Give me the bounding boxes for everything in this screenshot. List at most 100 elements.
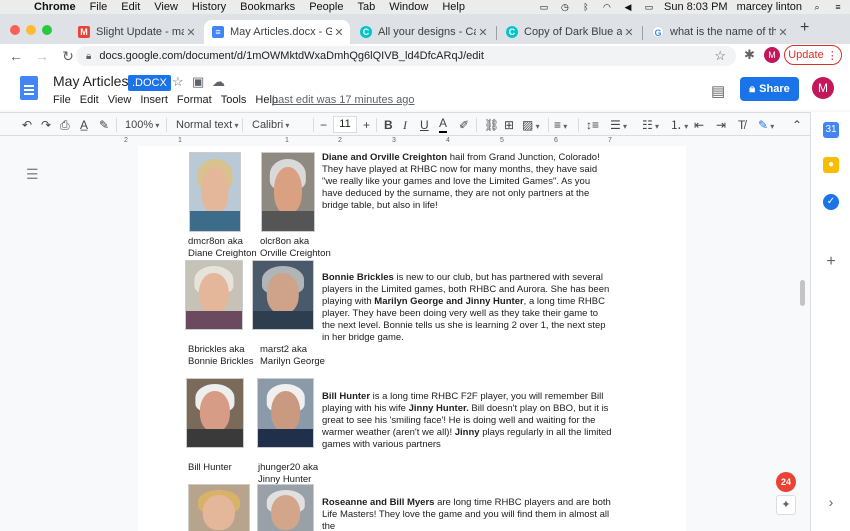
forward-icon[interactable]: → [32, 48, 52, 64]
clock[interactable]: Sun 8:03 PM [664, 1, 728, 13]
scrollbar-thumb[interactable] [800, 280, 805, 306]
close-icon[interactable]: ✕ [622, 26, 636, 39]
docs-logo-icon[interactable] [20, 76, 38, 100]
highlight-icon[interactable]: ✐ [459, 117, 469, 133]
spellcheck-icon[interactable]: A̲ [80, 117, 88, 133]
star-icon[interactable]: ☆ [172, 74, 184, 90]
undo-icon[interactable]: ↶ [22, 117, 32, 133]
bookmark-star-icon[interactable]: ☆ [714, 48, 726, 64]
account-avatar[interactable]: M [812, 77, 834, 99]
zoom-select[interactable]: 100% [125, 117, 159, 133]
menu-window[interactable]: Window [389, 1, 428, 13]
document-canvas[interactable]: ☰ dmcr8on aka Diane Creighton olcr8on ak… [0, 146, 810, 531]
ruler[interactable]: 2 1 1 2 3 4 5 6 7 [0, 136, 810, 146]
photo-diane-creighton[interactable] [189, 152, 241, 232]
battery-icon[interactable]: ▭ [643, 2, 655, 12]
explore-icon[interactable]: ✦ [776, 495, 796, 515]
wifi-icon[interactable]: ◠ [601, 2, 613, 12]
cloud-status-icon[interactable]: ☁ [212, 74, 225, 90]
menu-file[interactable]: File [90, 1, 108, 13]
style-select[interactable]: Normal text [176, 117, 239, 133]
close-icon[interactable]: ✕ [332, 26, 346, 39]
font-select[interactable]: Calibri [252, 117, 308, 133]
reload-icon[interactable]: ↻ [58, 48, 78, 65]
add-addon-icon[interactable]: + [823, 254, 839, 270]
underline-icon[interactable]: U [420, 117, 429, 133]
document-page[interactable]: dmcr8on aka Diane Creighton olcr8on aka … [138, 146, 686, 531]
align-left-icon[interactable]: ≡ [554, 117, 567, 133]
menu-bookmarks[interactable]: Bookmarks [240, 1, 295, 13]
insert-image-icon[interactable]: ▨ [522, 117, 540, 133]
url-text[interactable]: docs.google.com/document/d/1mOWMktdWxaDm… [99, 50, 484, 62]
photo-bill-hunter[interactable] [186, 378, 244, 448]
editing-mode-icon[interactable]: ✎ [758, 117, 774, 133]
tab-canva-designs[interactable]: C All your designs - Canva ✕ [352, 20, 494, 44]
increase-font-size-icon[interactable]: + [363, 117, 370, 133]
lock-icon[interactable]: 🔒︎ [86, 51, 91, 62]
paragraph-creighton[interactable]: Diane and Orville Creighton hail from Gr… [322, 152, 612, 212]
bold-icon[interactable]: B [384, 117, 393, 133]
docs-menu-edit[interactable]: Edit [80, 94, 99, 106]
extensions-icon[interactable]: ✱ [744, 47, 755, 63]
docs-menu-view[interactable]: View [108, 94, 132, 106]
photo-marilyn-george[interactable] [252, 260, 314, 330]
menu-app-name[interactable]: Chrome [34, 1, 76, 13]
tab-gmail[interactable]: M Slight Update - marceylinto ✕ [70, 20, 202, 44]
user-name[interactable]: marcey linton [737, 1, 802, 13]
paragraph-hunter[interactable]: Bill Hunter is a long time RHBC F2F play… [322, 391, 612, 451]
italic-icon[interactable]: I [403, 117, 407, 133]
new-tab-icon[interactable]: + [800, 19, 809, 37]
paragraph-brickles[interactable]: Bonnie Brickles is new to our club, but … [322, 272, 612, 344]
volume-icon[interactable]: ◀ [622, 2, 634, 12]
minimize-window-icon[interactable] [26, 25, 36, 35]
link-icon[interactable]: ⛓ [484, 117, 499, 133]
move-folder-icon[interactable]: ▣ [192, 74, 204, 90]
last-edit-link[interactable]: Last edit was 17 minutes ago [272, 94, 414, 106]
add-comment-icon[interactable]: ⊞ [504, 117, 514, 133]
tab-canva-copy[interactable]: C Copy of Dark Blue and Oran ✕ [498, 20, 640, 44]
tasks-icon[interactable]: ✓ [823, 194, 839, 210]
document-outline-icon[interactable]: ☰ [26, 166, 39, 183]
menu-people[interactable]: People [309, 1, 343, 13]
close-icon[interactable]: ✕ [776, 26, 790, 39]
tab-docs[interactable]: ≡ May Articles.docx - Google ✕ [204, 20, 350, 44]
photo-bonnie-brickles[interactable] [185, 260, 243, 330]
bluetooth-icon[interactable]: ᛒ [580, 2, 592, 12]
display-icon[interactable]: ▭ [538, 2, 550, 12]
close-icon[interactable]: ✕ [476, 26, 490, 39]
font-size-input[interactable]: 11 [333, 116, 357, 133]
menu-help[interactable]: Help [442, 1, 465, 13]
document-title[interactable]: May Articles [53, 73, 128, 89]
back-icon[interactable]: ← [6, 48, 26, 64]
expand-panel-icon[interactable]: › [823, 494, 839, 510]
text-color-icon[interactable]: A [439, 117, 448, 133]
timemachine-icon[interactable]: ◷ [559, 2, 571, 12]
paint-format-icon[interactable]: ✎ [99, 117, 109, 133]
close-icon[interactable]: ✕ [184, 26, 198, 39]
comments-icon[interactable]: ▤ [711, 82, 725, 100]
paragraph-myers[interactable]: Roseanne and Bill Myers are long time RH… [322, 497, 612, 531]
photo-bill-myers[interactable] [257, 484, 314, 531]
keep-icon[interactable]: ● [823, 157, 839, 173]
line-spacing-icon[interactable]: ↕≡ [586, 117, 599, 133]
decrease-font-size-icon[interactable]: − [320, 117, 327, 133]
photo-orville-creighton[interactable] [261, 152, 315, 232]
menu-history[interactable]: History [192, 1, 226, 13]
share-button[interactable]: 🔒︎ Share [740, 77, 799, 101]
calendar-icon[interactable]: 31 [823, 122, 839, 138]
photo-jinny-hunter[interactable] [257, 378, 314, 448]
menu-view[interactable]: View [154, 1, 178, 13]
zoom-window-icon[interactable] [42, 25, 52, 35]
close-window-icon[interactable] [10, 25, 20, 35]
menu-tab[interactable]: Tab [357, 1, 375, 13]
clear-formatting-icon[interactable]: T̸ [738, 117, 745, 133]
collapse-toolbar-icon[interactable]: ⌃ [792, 117, 802, 133]
docs-menu-tools[interactable]: Tools [221, 94, 247, 106]
notification-badge[interactable]: 24 [776, 472, 796, 492]
bulleted-list-icon[interactable]: ☷ [642, 117, 659, 133]
search-icon[interactable]: ⌕ [811, 2, 823, 12]
tab-google-search[interactable]: G what is the name of the cha ✕ [644, 20, 794, 44]
control-center-icon[interactable]: ≡ [832, 2, 844, 12]
profile-avatar[interactable]: M [764, 47, 780, 63]
photo-roseanne-myers[interactable] [188, 484, 250, 531]
